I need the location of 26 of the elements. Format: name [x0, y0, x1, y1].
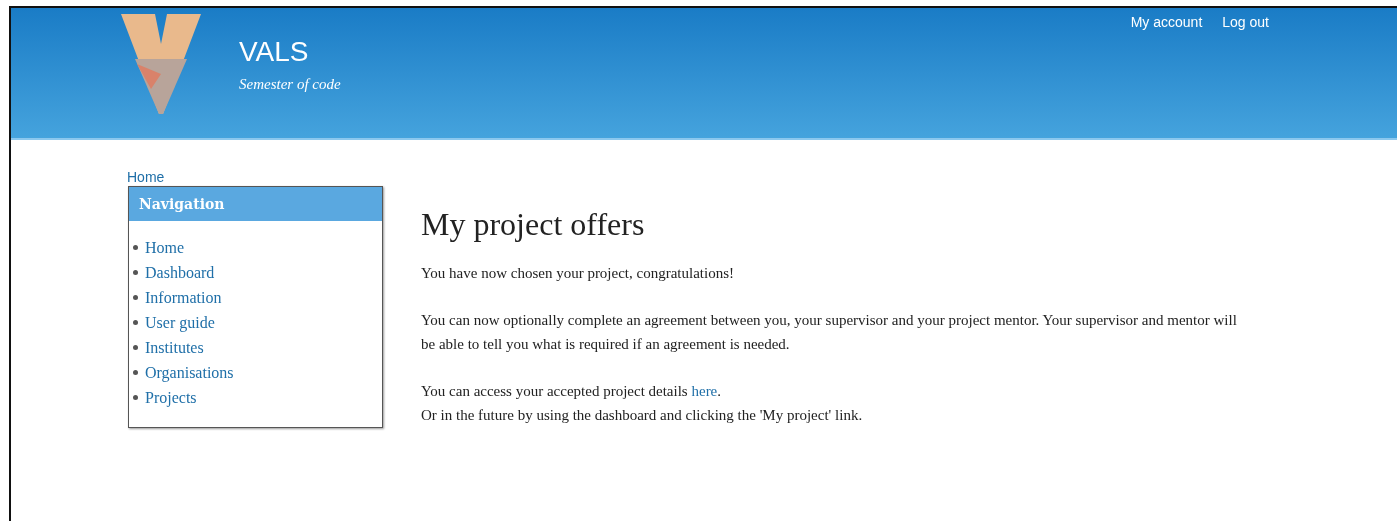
site-slogan: Semester of code	[239, 76, 341, 93]
bullet-icon	[133, 345, 138, 350]
bullet-icon	[133, 245, 138, 250]
body-text: You have now chosen your project, congratulations!	[421, 264, 735, 283]
bullet-icon	[133, 320, 138, 325]
navigation-link[interactable]: Dashboard	[145, 263, 215, 282]
bullet-icon	[133, 295, 138, 300]
logo-icon[interactable]	[121, 14, 201, 114]
navigation-link[interactable]: Organisations	[145, 363, 234, 382]
bullet-icon	[133, 395, 138, 400]
body-text: Or in the future by using the dashboard and clicking the 'My project' link.	[421, 406, 864, 425]
body-text: You can now optionally complete an agreement between you, your supervisor and your project mentor. Your supervisor and mentor will be able to tell you what is required if an agreement is needed.	[421, 311, 1238, 354]
page-heading: My project offers	[421, 206, 646, 243]
breadcrumb-link[interactable]: Home	[127, 169, 165, 185]
navigation-link[interactable]: Projects	[145, 388, 197, 407]
bullet-icon	[133, 270, 138, 275]
navigation-link[interactable]: Home	[145, 238, 185, 257]
bullet-icon	[133, 370, 138, 375]
navigation-title: Navigation	[129, 187, 382, 221]
header-link[interactable]: Log out	[1222, 14, 1269, 30]
navigation-link[interactable]: Institutes	[145, 338, 204, 357]
site-name[interactable]: VALS	[239, 36, 341, 68]
navigation-link[interactable]: User guide	[145, 313, 215, 332]
body-text: You can access your accepted project details here.	[421, 382, 723, 401]
header-link[interactable]: My account	[1130, 14, 1203, 30]
navigation-link[interactable]: Information	[145, 288, 222, 307]
